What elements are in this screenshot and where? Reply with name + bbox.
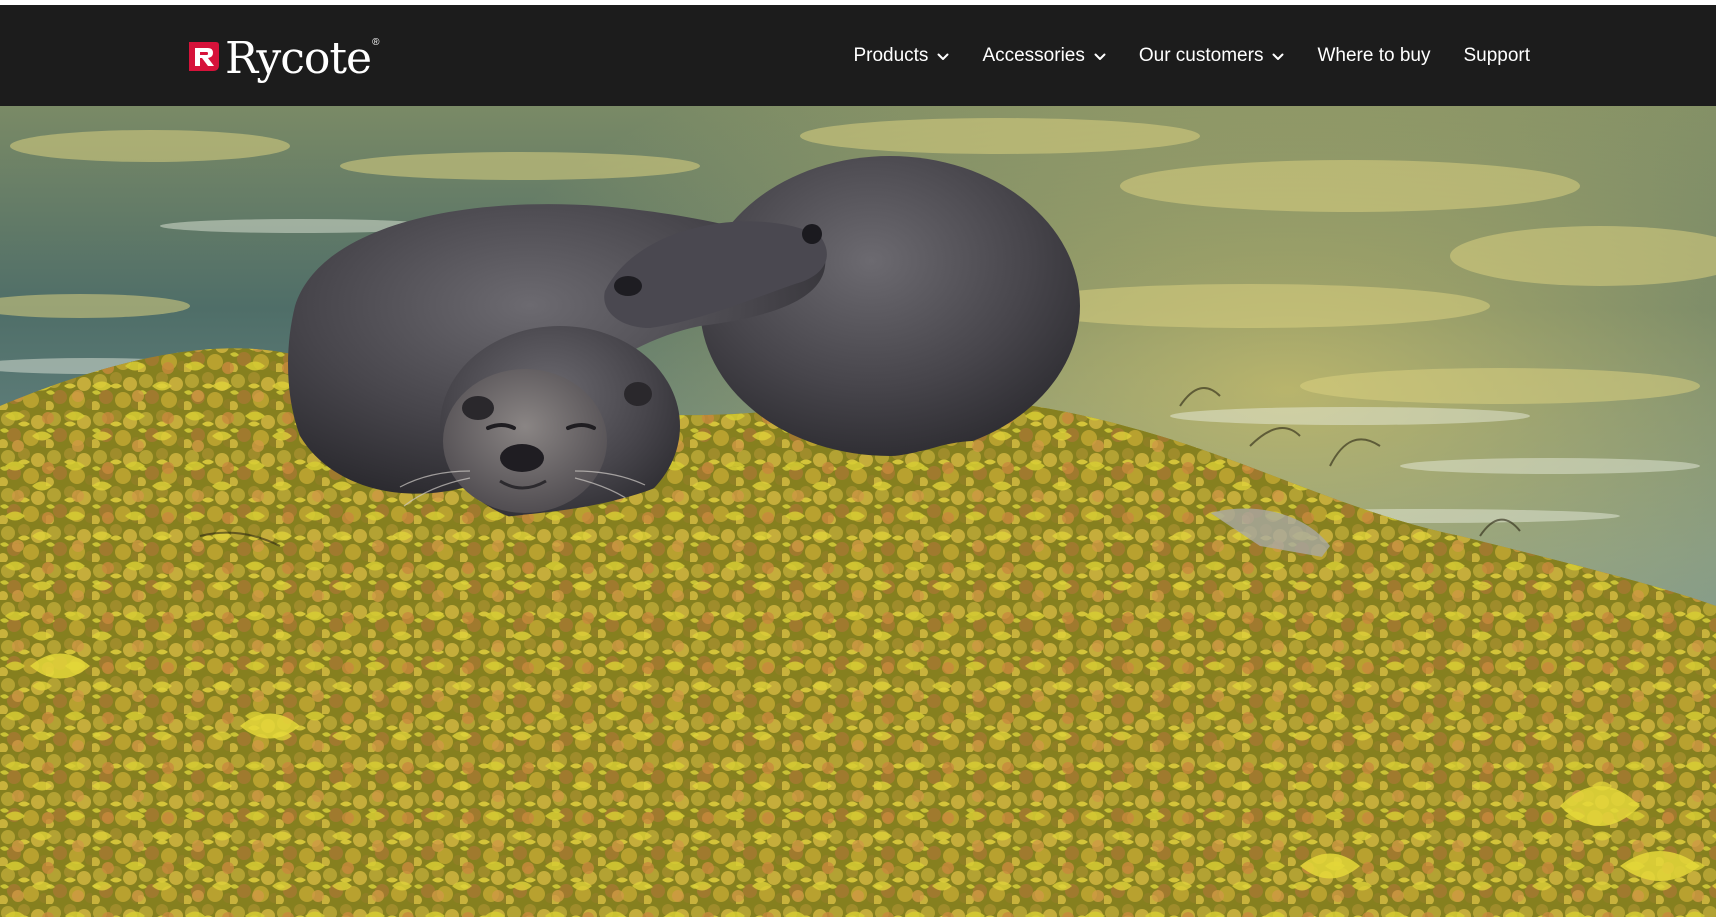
nav-item-products[interactable]: Products [853, 45, 949, 67]
site-header: Rycote ® Products Accessories Our custom… [0, 5, 1716, 106]
brand-name: Rycote [225, 33, 372, 84]
hero-image [0, 106, 1716, 917]
nav-item-our-customers[interactable]: Our customers [1139, 45, 1285, 67]
registered-mark: ® [372, 37, 380, 48]
nav-item-support[interactable]: Support [1463, 45, 1530, 67]
rycote-r-icon [189, 41, 219, 71]
chevron-down-icon [1094, 53, 1106, 60]
nav-item-label: Our customers [1138, 44, 1264, 66]
chevron-down-icon [937, 53, 949, 60]
otters-on-seaweed-photo [0, 106, 1716, 917]
nav-item-accessories[interactable]: Accessories [982, 44, 1106, 67]
nav-item-label: Support [1463, 44, 1530, 66]
nav-item-where-to-buy[interactable]: Where to buy [1317, 45, 1430, 67]
logo-link[interactable]: Rycote ® [186, 33, 379, 85]
nav-item-label: Where to buy [1317, 44, 1431, 66]
nav-item-label: Products [853, 44, 929, 66]
nav-item-label: Accessories [982, 44, 1085, 66]
chevron-down-icon [1272, 53, 1284, 60]
page: Rycote ® Products Accessories Our custom… [0, 0, 1716, 917]
main-nav: Products Accessories Our customers Where… [853, 5, 1530, 106]
